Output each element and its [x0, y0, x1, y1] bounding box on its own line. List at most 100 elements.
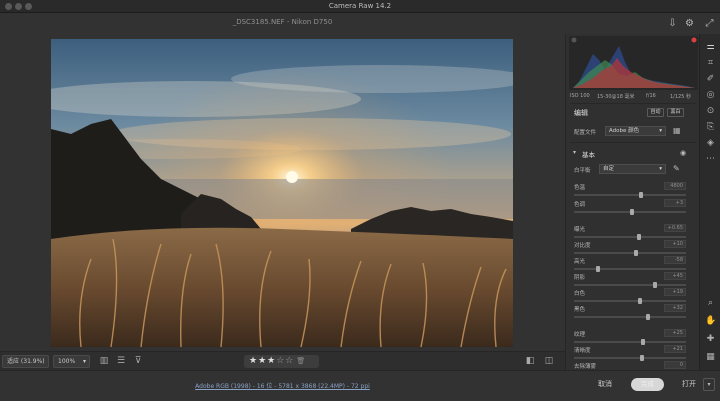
color-sampler-icon[interactable]: ✚: [705, 334, 716, 345]
slider-track[interactable]: [574, 268, 686, 270]
heal-icon[interactable]: ✐: [705, 74, 716, 85]
white-balance-select[interactable]: 自定 ▾: [599, 164, 666, 174]
filter-icon[interactable]: ⊽: [133, 356, 143, 366]
slider-value-field[interactable]: +0.65: [664, 224, 686, 232]
slider-row: 曝光 +0.65: [574, 224, 686, 241]
grid-overlay-icon[interactable]: ▦: [705, 352, 716, 363]
basic-title: 基本: [582, 151, 595, 159]
chevron-down-icon[interactable]: ▾: [703, 378, 715, 391]
slider-thumb[interactable]: [652, 282, 657, 288]
eyedropper-icon[interactable]: ✎: [673, 164, 680, 173]
trash-icon[interactable]: 🗑: [296, 357, 306, 365]
auto-button[interactable]: 自动: [647, 108, 664, 117]
slider-thumb[interactable]: [636, 234, 641, 240]
slider-thumb[interactable]: [630, 209, 635, 215]
workflow-options-link[interactable]: Adobe RGB (1998) - 16 位 - 5781 x 3868 (2…: [0, 381, 565, 390]
slider-thumb[interactable]: [641, 339, 646, 345]
title-bar: Camera Raw 14.2: [0, 0, 720, 13]
slider-label: 色调: [574, 202, 586, 208]
slider-track[interactable]: [574, 236, 686, 238]
slider-thumb[interactable]: [595, 266, 600, 272]
slider-value-field[interactable]: +21: [664, 345, 686, 353]
hand-icon[interactable]: ✋: [705, 316, 716, 327]
cancel-button[interactable]: 取消: [591, 378, 619, 391]
slider-thumb[interactable]: [640, 355, 645, 361]
exif-shutter: 1/125 秒: [670, 94, 691, 100]
snapshots-icon[interactable]: ⎘: [705, 122, 716, 133]
rating-stars-filled[interactable]: ★★★: [249, 356, 276, 366]
slider-value-field[interactable]: +19: [664, 288, 686, 296]
slider-track[interactable]: [574, 316, 686, 318]
zoom-icon[interactable]: ⌕: [705, 298, 716, 309]
zoom-fit-button[interactable]: 适应 (31.9%): [2, 355, 49, 368]
slider-value-field[interactable]: +25: [664, 329, 686, 337]
exif-info: ISO 100 15-30@18 毫米 f/16 1/125 秒: [570, 93, 698, 102]
done-button[interactable]: 完成: [631, 378, 664, 391]
profile-value: Adobe 颜色: [609, 128, 640, 134]
rating-stars-empty[interactable]: ☆☆: [276, 356, 294, 366]
open-button[interactable]: 打开: [675, 378, 703, 391]
slider-track[interactable]: [574, 284, 686, 286]
exif-iso: ISO 100: [570, 93, 590, 99]
before-after-icon[interactable]: ◧: [525, 356, 535, 366]
slider-thumb[interactable]: [645, 314, 650, 320]
slider-track[interactable]: [574, 300, 686, 302]
white-balance-row: 白平衡 自定 ▾ ✎: [566, 163, 699, 175]
slider-value-field[interactable]: +10: [664, 240, 686, 248]
edit-tool-icon[interactable]: ⚌: [705, 42, 716, 53]
redeye-icon[interactable]: ⊙: [705, 106, 716, 117]
slider-label: 清晰度: [574, 348, 591, 354]
mask-icon[interactable]: ◎: [705, 90, 716, 101]
slider-row: 高光 -58: [574, 256, 686, 273]
slider-value-field[interactable]: 4800: [664, 182, 686, 190]
slider-label: 去除薄雾: [574, 364, 597, 370]
slider-value-field[interactable]: 0: [664, 361, 686, 369]
histogram-graph: [571, 37, 697, 88]
basic-section-header[interactable]: ▾ 基本 ◉: [566, 147, 699, 159]
filmstrip-icon[interactable]: ▥: [99, 356, 109, 366]
chevron-down-icon: ▾: [82, 358, 86, 365]
top-icons: ⇩ ⚙ ⤢: [565, 13, 720, 34]
slider-value-field[interactable]: +45: [664, 272, 686, 280]
slider-value-field[interactable]: -58: [664, 256, 686, 264]
more-icon[interactable]: ⋯: [705, 154, 716, 165]
slider-row: 色温 4800: [574, 182, 686, 199]
black-white-button[interactable]: 黑白: [667, 108, 684, 117]
zoom-percent-select[interactable]: 100% ▾: [53, 355, 90, 368]
crop-icon[interactable]: ⌗: [705, 58, 716, 69]
edit-panel: ISO 100 15-30@18 毫米 f/16 1/125 秒 编辑 自动 黑…: [565, 34, 699, 377]
gear-icon[interactable]: ⚙: [684, 18, 695, 29]
slider-row: 纹理 +25: [574, 329, 686, 346]
slider-track[interactable]: [574, 194, 686, 196]
exif-lens: 15-30@18 毫米: [597, 94, 635, 100]
photo-preview: [51, 39, 513, 347]
slider-thumb[interactable]: [638, 298, 643, 304]
image-canvas[interactable]: [0, 34, 565, 351]
profile-select[interactable]: Adobe 颜色 ▾: [605, 126, 666, 136]
slider-row: 清晰度 +21: [574, 345, 686, 362]
slider-thumb[interactable]: [633, 250, 638, 256]
profile-browser-icon[interactable]: ▦: [673, 127, 682, 135]
slider-label: 阴影: [574, 275, 586, 281]
sort-icon[interactable]: ☰: [116, 356, 126, 366]
slider-track[interactable]: [574, 252, 686, 254]
slider-label: 白色: [574, 291, 586, 297]
compare-view-icon[interactable]: ◫: [544, 356, 554, 366]
slider-thumb[interactable]: [639, 192, 644, 198]
fullscreen-icon[interactable]: ⤢: [704, 18, 715, 29]
profile-row: 配置文件 Adobe 颜色 ▾ ▦: [566, 125, 699, 137]
file-title: _DSC3185.NEF - Nikon D750: [232, 18, 333, 26]
footer-bar: Adobe RGB (1998) - 16 位 - 5781 x 3868 (2…: [0, 370, 720, 401]
eye-icon[interactable]: ◉: [680, 149, 686, 157]
slider-track[interactable]: [574, 357, 686, 359]
slider-value-field[interactable]: +32: [664, 304, 686, 312]
slider-row: 对比度 +10: [574, 240, 686, 257]
star-rating[interactable]: ★★★☆☆ 🗑: [244, 355, 319, 368]
app-title: Camera Raw 14.2: [328, 2, 392, 10]
slider-value-field[interactable]: +3: [664, 199, 686, 207]
edit-header: 编辑 自动 黑白: [566, 106, 699, 120]
save-icon[interactable]: ⇩: [667, 18, 678, 29]
presets-icon[interactable]: ◈: [705, 138, 716, 149]
tool-strip: ⚌ ⌗ ✐ ◎ ⊙ ⎘ ◈ ⋯ ⌕ ✋ ✚ ▦: [699, 34, 720, 370]
slider-track[interactable]: [574, 341, 686, 343]
